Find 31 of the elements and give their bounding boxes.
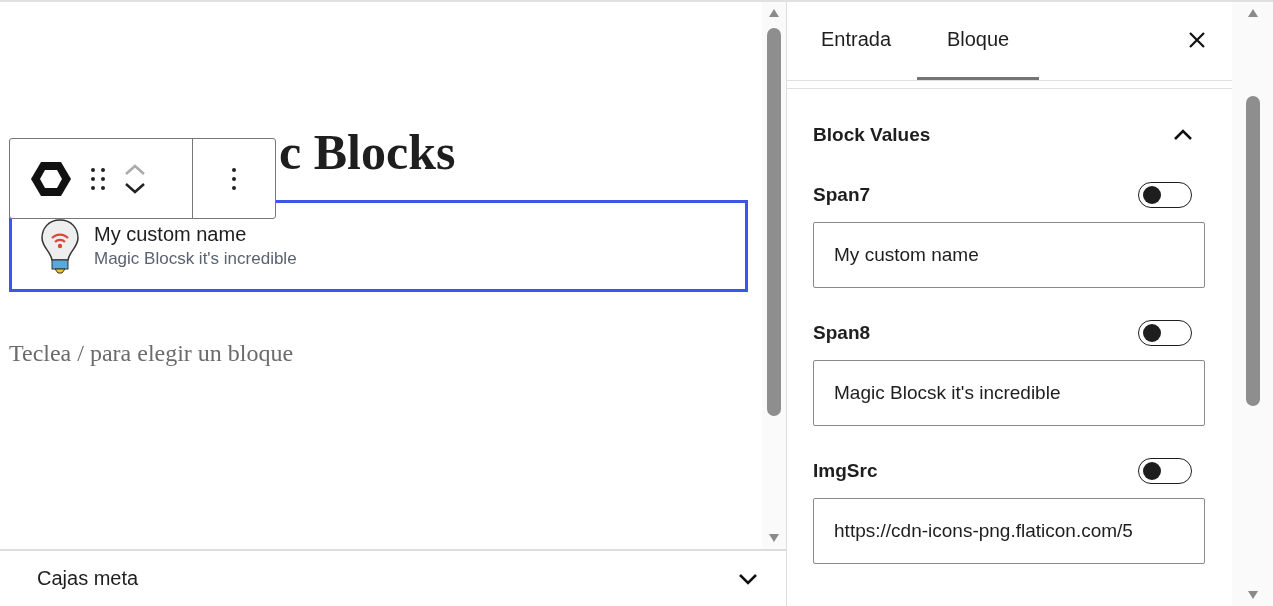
- scrollbar[interactable]: [762, 2, 787, 549]
- scroll-up-icon[interactable]: [1246, 8, 1259, 18]
- scroll-down-icon[interactable]: [1246, 590, 1259, 600]
- block-placeholder[interactable]: Teclea / para elegir un bloque: [9, 340, 763, 367]
- panel-title[interactable]: Block Values: [813, 124, 931, 146]
- scrollbar-thumb[interactable]: [1245, 96, 1260, 406]
- lightbulb-icon: [40, 218, 80, 274]
- field-label: Span7: [813, 184, 871, 206]
- post-title: c Blocks: [279, 123, 457, 182]
- hexagon-icon[interactable]: [30, 159, 72, 198]
- field-label: Span8: [813, 322, 871, 344]
- field-label: ImgSrc: [813, 460, 878, 482]
- sidebar-tab[interactable]: Bloque: [917, 2, 1040, 80]
- scrollbar[interactable]: [1232, 2, 1273, 606]
- meta-boxes-label: Cajas meta: [37, 567, 139, 590]
- input-field[interactable]: My custom name: [813, 222, 1206, 288]
- block-name: My custom name: [94, 223, 248, 246]
- sidebar-tab[interactable]: Entrada: [795, 2, 918, 80]
- move-down-icon[interactable]: [124, 181, 146, 194]
- scrollbar-thumb[interactable]: [767, 28, 782, 416]
- more-options-icon[interactable]: [231, 166, 237, 191]
- input-field[interactable]: Magic Blocsk it's incredible: [813, 360, 1206, 426]
- chevron-icon[interactable]: [1173, 129, 1194, 141]
- block-subtitle: Magic Blocsk it's incredible: [94, 249, 297, 269]
- scroll-down-icon[interactable]: [768, 533, 781, 543]
- custom-block[interactable]: My custom name Magic Blocsk it's incredible: [9, 200, 748, 292]
- scroll-up-icon[interactable]: [768, 8, 781, 18]
- input-field[interactable]: https://cdn-icons-png.flaticon.com/5: [813, 498, 1206, 564]
- close-icon: [1188, 30, 1207, 49]
- drag-handle-icon[interactable]: [90, 166, 106, 191]
- meta-boxes-toggle[interactable]: Cajas meta: [0, 549, 787, 606]
